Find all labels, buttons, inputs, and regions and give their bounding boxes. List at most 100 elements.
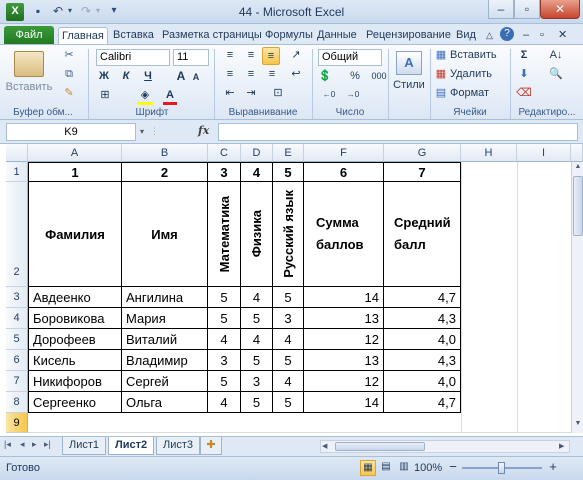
cell-russian[interactable]: 5 — [273, 350, 304, 371]
bold-button[interactable]: Ж — [97, 68, 111, 86]
formula-input[interactable] — [218, 123, 578, 141]
doc-restore-icon[interactable]: ▫ — [537, 27, 547, 44]
cell-math[interactable]: 5 — [208, 308, 241, 329]
insert-cells-button[interactable]: Вставить — [450, 47, 502, 65]
ribbon-minimize-icon[interactable]: △ — [483, 27, 496, 44]
cell-surname[interactable]: Боровикова — [28, 308, 122, 329]
maximize-button[interactable]: ▫ — [514, 0, 540, 19]
zoom-level[interactable]: 100% — [414, 462, 442, 474]
cell-surname[interactable]: Никифоров — [28, 371, 122, 392]
decrease-decimal-icon[interactable]: →0 — [344, 87, 362, 105]
increase-indent-icon[interactable]: ⇥ — [243, 85, 259, 103]
name-box[interactable]: K9 — [6, 123, 136, 141]
wrap-text-icon[interactable]: ↩ — [288, 66, 304, 84]
clear-icon[interactable]: ⌫ — [516, 85, 532, 103]
cell-name[interactable]: Ангилина — [122, 287, 208, 308]
cell-russian[interactable]: 3 — [273, 308, 304, 329]
row-header-4[interactable]: 4 — [6, 308, 28, 329]
cell-physics[interactable]: 5 — [241, 392, 273, 413]
align-left-icon[interactable]: ≡ — [222, 66, 238, 84]
cell-sum[interactable]: 14 — [304, 392, 384, 413]
prev-sheet-icon[interactable]: ◂ — [20, 439, 30, 450]
cell-e1[interactable]: 5 — [273, 162, 304, 182]
insert-cells-icon[interactable]: ▦ — [434, 47, 448, 65]
cell-avg[interactable]: 4,7 — [384, 392, 461, 413]
first-sheet-icon[interactable]: |◂ — [4, 439, 18, 450]
header-name[interactable]: Имя — [122, 182, 208, 287]
cell-russian[interactable]: 4 — [273, 329, 304, 350]
tab-formulas[interactable]: Формулы — [262, 27, 316, 44]
tab-review[interactable]: Рецензирование — [363, 27, 454, 44]
fill-color-icon[interactable]: ◈ — [137, 87, 153, 105]
column-header-h[interactable]: H — [461, 144, 517, 162]
format-painter-icon[interactable]: ✎ — [62, 85, 76, 103]
help-icon[interactable]: ? — [500, 27, 514, 41]
next-sheet-icon[interactable]: ▸ — [32, 439, 42, 450]
scroll-thumb[interactable] — [573, 176, 583, 236]
delete-cells-button[interactable]: Удалить — [450, 66, 502, 84]
shrink-font-button[interactable]: A — [190, 69, 202, 87]
cell-avg[interactable]: 4,7 — [384, 287, 461, 308]
paste-button[interactable]: Вставить — [4, 79, 54, 97]
row-header-8[interactable]: 8 — [6, 392, 28, 413]
name-box-dropdown-icon[interactable]: ▾ — [140, 123, 148, 141]
cell-avg[interactable]: 4,0 — [384, 371, 461, 392]
minimize-button[interactable]: – — [488, 0, 514, 19]
cell-name[interactable]: Ольга — [122, 392, 208, 413]
header-sum-cell[interactable]: Сумма баллов — [304, 182, 384, 287]
merge-center-icon[interactable]: ⊡ — [270, 85, 286, 103]
cell-physics[interactable]: 5 — [241, 308, 273, 329]
row-header-1[interactable]: 1 — [6, 162, 28, 182]
row-header-3[interactable]: 3 — [6, 287, 28, 308]
sheet-tab-1[interactable]: Лист1 — [62, 437, 107, 455]
cell-russian[interactable]: 5 — [273, 287, 304, 308]
header-avg-cell[interactable]: Средний балл — [384, 182, 461, 287]
align-top-icon[interactable]: ≡ — [222, 47, 238, 65]
row-header-6[interactable]: 6 — [6, 350, 28, 371]
scroll-down-icon[interactable]: ▼ — [573, 420, 583, 430]
cell-math[interactable]: 3 — [208, 350, 241, 371]
percent-button[interactable]: % — [348, 68, 362, 86]
cell-math[interactable]: 5 — [208, 371, 241, 392]
row-header-5[interactable]: 5 — [6, 329, 28, 350]
font-color-button[interactable]: A — [163, 87, 177, 105]
column-header-c[interactable]: C — [208, 144, 241, 162]
zoom-in-button[interactable]: + — [546, 459, 560, 474]
tab-home[interactable]: Главная — [58, 27, 108, 44]
autosum-icon[interactable]: Σ — [516, 47, 532, 65]
cut-icon[interactable]: ✂ — [62, 47, 76, 65]
column-header-e[interactable]: E — [273, 144, 304, 162]
align-center-icon[interactable]: ≡ — [243, 66, 259, 84]
cell-d1[interactable]: 4 — [241, 162, 273, 182]
cell-name[interactable]: Сергей — [122, 371, 208, 392]
zoom-slider-thumb[interactable] — [498, 462, 505, 474]
scroll-right-icon[interactable]: ▶ — [559, 441, 569, 452]
styles-button[interactable]: Стили — [391, 77, 427, 95]
cell-g1[interactable]: 7 — [384, 162, 461, 182]
cell-sum[interactable]: 13 — [304, 308, 384, 329]
new-sheet-icon[interactable]: ✚ — [200, 437, 222, 455]
row-header-7[interactable]: 7 — [6, 371, 28, 392]
tab-view[interactable]: Вид — [453, 27, 479, 44]
column-header-b[interactable]: B — [122, 144, 208, 162]
select-all-corner[interactable] — [6, 144, 28, 162]
worksheet-grid[interactable]: A B C D E F G H I 1 2 3 4 5 6 7 8 9 1 2 … — [6, 144, 583, 436]
column-header-d[interactable]: D — [241, 144, 273, 162]
cell-surname[interactable]: Дорофеев — [28, 329, 122, 350]
row-9-cells[interactable] — [28, 413, 583, 433]
cell-physics[interactable]: 4 — [241, 287, 273, 308]
header-physics-cell[interactable]: Физика — [241, 182, 273, 287]
cell-b1[interactable]: 2 — [122, 162, 208, 182]
tab-data[interactable]: Данные — [314, 27, 360, 44]
doc-close-icon[interactable]: ✕ — [555, 27, 570, 44]
font-size-combo[interactable]: 11 — [173, 49, 209, 66]
cell-avg[interactable]: 4,0 — [384, 329, 461, 350]
scroll-left-icon[interactable]: ◀ — [322, 441, 332, 452]
scroll-up-icon[interactable]: ▲ — [573, 163, 583, 173]
cell-sum[interactable]: 14 — [304, 287, 384, 308]
cell-math[interactable]: 4 — [208, 329, 241, 350]
cell-surname[interactable]: Авдеенко — [28, 287, 122, 308]
column-header-g[interactable]: G — [384, 144, 461, 162]
cell-physics[interactable]: 4 — [241, 329, 273, 350]
fill-icon[interactable]: ⬇ — [516, 66, 532, 84]
